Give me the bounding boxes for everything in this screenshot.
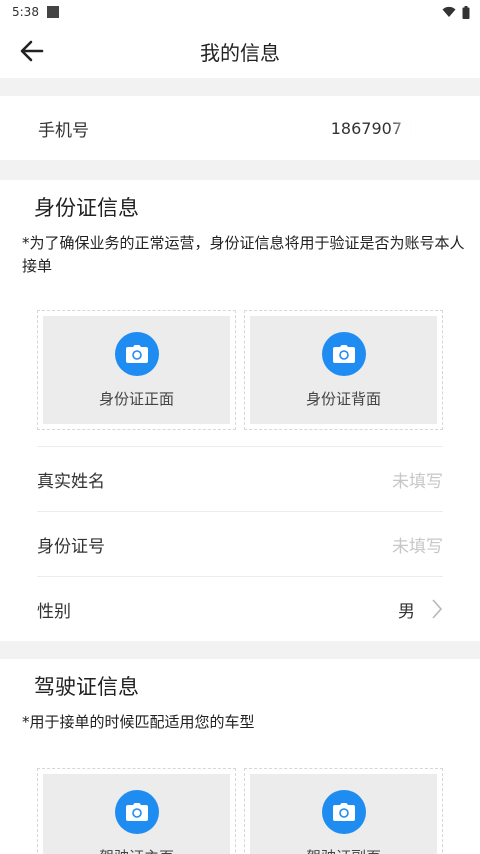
id-back-label: 身份证背面: [305, 389, 381, 408]
divider: [0, 160, 480, 180]
id-card-section: 身份证信息 *为了确保业务的正常运营，身份证信息将用于验证是否为账号本人接单 身…: [0, 180, 480, 641]
real-name-row[interactable]: 真实姓名 未填写: [37, 446, 443, 511]
wifi-icon: [442, 6, 456, 17]
id-section-note: *为了确保业务的正常运营，身份证信息将用于验证是否为账号本人接单: [22, 234, 465, 275]
camera-icon: [114, 331, 159, 376]
camera-icon: [321, 331, 366, 376]
id-section-title: 身份证信息: [34, 196, 139, 220]
arrow-left-icon: [20, 40, 44, 62]
real-name-label: 真实姓名: [37, 471, 105, 492]
id-card-uploads: 身份证正面 身份证背面: [0, 310, 480, 430]
license-sub-label: 驾驶证副页: [306, 846, 381, 854]
id-front-label: 身份证正面: [98, 389, 174, 408]
phone-number: 1867907: [330, 118, 402, 138]
divider: [0, 641, 480, 659]
status-time: 5:38: [12, 5, 39, 19]
gender-row[interactable]: 性别 男: [37, 576, 443, 641]
id-number-row[interactable]: 身份证号 未填写: [37, 511, 443, 576]
phone-value: 1867907: [330, 116, 442, 139]
license-main-upload-area: 驾驶证主页: [43, 774, 230, 854]
id-number-value: 未填写: [392, 536, 443, 557]
id-number-label: 身份证号: [37, 536, 105, 557]
id-front-upload-area: 身份证正面: [43, 316, 230, 424]
camera-icon: [321, 789, 366, 834]
id-info-rows: 真实姓名 未填写 身份证号 未填写 性别 男: [0, 446, 480, 641]
phone-mask: [394, 116, 442, 139]
app-bar: 我的信息: [0, 24, 480, 78]
id-back-upload[interactable]: 身份证背面: [244, 310, 443, 430]
back-button[interactable]: [18, 37, 46, 65]
id-back-upload-area: 身份证背面: [250, 316, 437, 424]
chevron-right-icon: [432, 599, 443, 619]
gender-value: 男: [398, 601, 415, 622]
battery-icon: [462, 5, 470, 19]
status-bar: 5:38: [0, 0, 480, 24]
license-sub-upload-area: 驾驶证副页: [250, 774, 437, 854]
divider: [0, 78, 480, 96]
license-uploads: 驾驶证主页 驾驶证副页: [0, 768, 480, 854]
license-section-note: *用于接单的时候匹配适用您的车型: [22, 713, 255, 731]
license-main-upload[interactable]: 驾驶证主页: [37, 768, 236, 854]
camera-icon: [114, 789, 159, 834]
gender-value-wrap: 男: [398, 597, 443, 622]
notification-icon: [46, 6, 59, 18]
gender-label: 性别: [37, 601, 71, 622]
license-section-title: 驾驶证信息: [34, 675, 139, 699]
id-front-upload[interactable]: 身份证正面: [37, 310, 236, 430]
license-sub-upload[interactable]: 驾驶证副页: [244, 768, 443, 854]
phone-row: 手机号 1867907: [0, 96, 480, 160]
real-name-value: 未填写: [392, 471, 443, 492]
license-section: 驾驶证信息 *用于接单的时候匹配适用您的车型 驾驶证主页 驾驶证副页: [0, 659, 480, 854]
phone-label: 手机号: [38, 120, 89, 141]
page-title: 我的信息: [200, 40, 280, 65]
license-main-label: 驾驶证主页: [99, 846, 174, 854]
